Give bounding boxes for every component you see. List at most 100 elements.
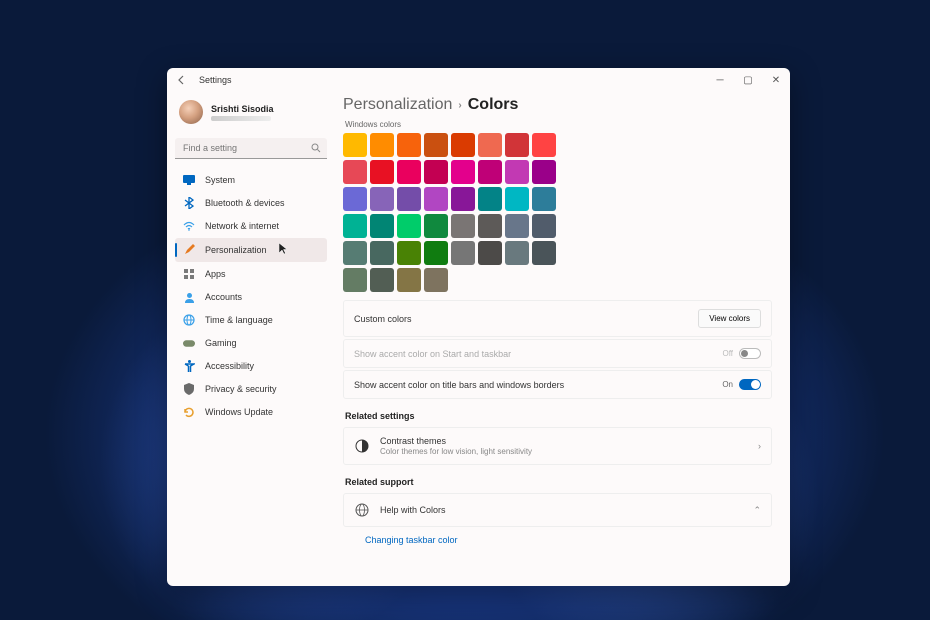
sidebar-item-accounts[interactable]: Accounts — [175, 286, 327, 308]
custom-colors-row: Custom colors View colors — [343, 300, 772, 337]
color-swatch[interactable] — [343, 187, 367, 211]
color-swatch[interactable] — [532, 160, 556, 184]
contrast-icon — [354, 438, 370, 454]
sidebar-item-label: Personalization — [205, 245, 267, 255]
sidebar-item-apps[interactable]: Apps — [175, 263, 327, 285]
color-swatch[interactable] — [343, 214, 367, 238]
sidebar-item-time-language[interactable]: Time & language — [175, 309, 327, 331]
accent-titlebars-row: Show accent color on title bars and wind… — [343, 370, 772, 399]
chevron-right-icon: › — [758, 441, 761, 451]
color-swatch[interactable] — [478, 241, 502, 265]
color-swatch[interactable] — [343, 268, 367, 292]
color-swatch[interactable] — [370, 241, 394, 265]
maximize-button[interactable]: ▢ — [742, 75, 754, 86]
color-swatch[interactable] — [397, 160, 421, 184]
color-swatch[interactable] — [505, 160, 529, 184]
sidebar-item-personalization[interactable]: Personalization — [175, 238, 327, 262]
changing-taskbar-color-link[interactable]: Changing taskbar color — [343, 529, 772, 551]
color-swatch[interactable] — [478, 187, 502, 211]
breadcrumb: Personalization › Colors — [343, 96, 772, 114]
color-swatch[interactable] — [424, 241, 448, 265]
accent-start-taskbar-toggle — [739, 348, 761, 359]
accent-start-taskbar-state: Off — [722, 349, 733, 358]
color-swatch[interactable] — [343, 160, 367, 184]
bluetooth-icon — [183, 197, 195, 209]
contrast-themes-title: Contrast themes — [380, 436, 532, 446]
color-swatch[interactable] — [397, 133, 421, 157]
sidebar-item-accessibility[interactable]: Accessibility — [175, 355, 327, 377]
color-swatch[interactable] — [343, 133, 367, 157]
breadcrumb-current: Colors — [468, 96, 519, 114]
accounts-icon — [183, 291, 195, 303]
color-swatch[interactable] — [397, 268, 421, 292]
color-swatch[interactable] — [505, 187, 529, 211]
color-swatch[interactable] — [532, 187, 556, 211]
color-swatch[interactable] — [532, 133, 556, 157]
time-language-icon — [183, 314, 195, 326]
sidebar-item-label: Time & language — [205, 315, 273, 325]
color-swatch[interactable] — [451, 214, 475, 238]
color-swatch[interactable] — [397, 187, 421, 211]
color-swatch[interactable] — [478, 214, 502, 238]
color-swatch[interactable] — [478, 133, 502, 157]
window-controls: ─ ▢ ✕ — [714, 75, 782, 86]
color-swatch[interactable] — [424, 268, 448, 292]
contrast-themes-row[interactable]: Contrast themes Color themes for low vis… — [343, 427, 772, 465]
profile-email-redacted — [211, 116, 271, 121]
sidebar-item-label: Accessibility — [205, 361, 254, 371]
windows-update-icon — [183, 406, 195, 418]
accessibility-icon — [183, 360, 195, 372]
color-swatch[interactable] — [505, 133, 529, 157]
accent-titlebars-label: Show accent color on title bars and wind… — [354, 380, 564, 390]
accent-titlebars-toggle[interactable] — [739, 379, 761, 390]
sidebar-item-label: Accounts — [205, 292, 242, 302]
color-swatch[interactable] — [370, 268, 394, 292]
breadcrumb-parent[interactable]: Personalization — [343, 96, 452, 114]
color-swatch[interactable] — [424, 214, 448, 238]
close-button[interactable]: ✕ — [770, 75, 782, 86]
help-colors-title: Help with Colors — [380, 505, 446, 515]
color-swatch[interactable] — [505, 214, 529, 238]
color-swatch[interactable] — [451, 187, 475, 211]
color-swatch[interactable] — [532, 214, 556, 238]
search-box[interactable] — [175, 138, 327, 159]
color-swatch[interactable] — [532, 241, 556, 265]
color-swatch[interactable] — [424, 160, 448, 184]
color-swatch[interactable] — [424, 133, 448, 157]
color-swatch[interactable] — [370, 187, 394, 211]
accent-start-taskbar-label: Show accent color on Start and taskbar — [354, 349, 511, 359]
color-swatch[interactable] — [370, 214, 394, 238]
color-swatch[interactable] — [478, 160, 502, 184]
sidebar-item-network-internet[interactable]: Network & internet — [175, 215, 327, 237]
back-button[interactable] — [175, 75, 189, 85]
sidebar-item-gaming[interactable]: Gaming — [175, 332, 327, 354]
search-input[interactable] — [175, 138, 327, 159]
minimize-button[interactable]: ─ — [714, 75, 726, 86]
color-swatch[interactable] — [451, 133, 475, 157]
sidebar-item-windows-update[interactable]: Windows Update — [175, 401, 327, 423]
color-swatch[interactable] — [397, 214, 421, 238]
view-colors-button[interactable]: View colors — [698, 309, 761, 328]
color-swatch[interactable] — [370, 160, 394, 184]
sidebar-item-system[interactable]: System — [175, 169, 327, 191]
help-colors-row[interactable]: Help with Colors ⌃ — [343, 493, 772, 527]
avatar — [179, 100, 203, 124]
network-icon — [183, 220, 195, 232]
color-swatch[interactable] — [505, 241, 529, 265]
sidebar-item-privacy-security[interactable]: Privacy & security — [175, 378, 327, 400]
color-swatch[interactable] — [424, 187, 448, 211]
sidebar-item-label: Apps — [205, 269, 226, 279]
accent-titlebars-state: On — [722, 380, 733, 389]
sidebar-item-bluetooth-devices[interactable]: Bluetooth & devices — [175, 192, 327, 214]
accent-start-taskbar-row: Show accent color on Start and taskbar O… — [343, 339, 772, 368]
color-swatch[interactable] — [451, 241, 475, 265]
color-swatch[interactable] — [397, 241, 421, 265]
color-swatch[interactable] — [451, 160, 475, 184]
sidebar-item-label: Windows Update — [205, 407, 273, 417]
sidebar-item-label: Gaming — [205, 338, 237, 348]
color-swatch[interactable] — [343, 241, 367, 265]
settings-window: Settings ─ ▢ ✕ Srishti Sisodia SystemBlu — [167, 68, 790, 586]
sidebar: Srishti Sisodia SystemBluetooth & device… — [167, 92, 335, 586]
color-swatch[interactable] — [370, 133, 394, 157]
profile[interactable]: Srishti Sisodia — [175, 96, 327, 134]
